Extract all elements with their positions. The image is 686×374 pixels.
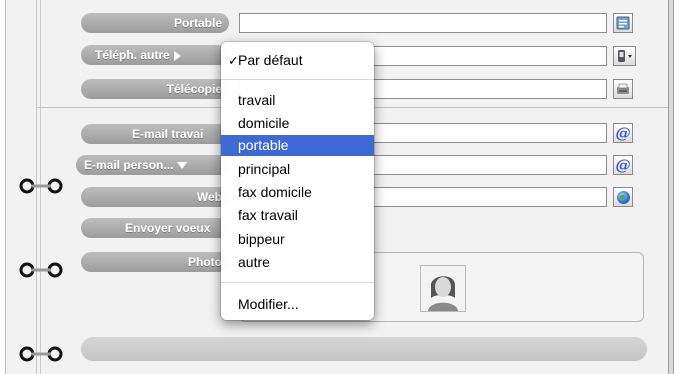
at-sign-icon[interactable]: @ bbox=[613, 123, 633, 143]
label-email-travail[interactable]: E-mail travai bbox=[81, 124, 229, 144]
at-sign-icon[interactable]: @ bbox=[613, 155, 633, 175]
mobile-phone-menu-icon[interactable] bbox=[613, 46, 636, 66]
binder-ring-icon bbox=[19, 346, 63, 362]
menu-item-fax-domicile[interactable]: fax domicile bbox=[221, 182, 374, 203]
menu-item-domicile[interactable]: domicile bbox=[221, 113, 374, 134]
menu-separator bbox=[221, 79, 374, 80]
scrollbar[interactable] bbox=[668, 0, 674, 374]
label-photo: Photo bbox=[81, 252, 229, 272]
bottom-note-bar[interactable] bbox=[81, 337, 647, 361]
fax-icon[interactable] bbox=[613, 79, 633, 99]
contact-photo[interactable] bbox=[420, 265, 466, 312]
portable-field[interactable] bbox=[239, 13, 607, 33]
disclosure-triangle-icon bbox=[173, 50, 181, 61]
label-telecopie[interactable]: Télécopie bbox=[81, 79, 229, 99]
menu-item-bippeur[interactable]: bippeur bbox=[221, 229, 374, 250]
label-web[interactable]: Web bbox=[81, 187, 229, 207]
menu-item-travail[interactable]: travail bbox=[221, 90, 374, 111]
menu-item-principal[interactable]: principal bbox=[221, 159, 374, 180]
label-email-perso-dropdown[interactable]: E-mail person... bbox=[76, 155, 229, 175]
menu-item-portable[interactable]: portable bbox=[221, 135, 374, 156]
globe-icon[interactable] bbox=[613, 187, 633, 207]
dropdown-arrow-icon bbox=[177, 162, 188, 170]
address-card-icon[interactable] bbox=[613, 13, 633, 33]
checkmark-icon: ✓ bbox=[228, 53, 239, 68]
binder-ring-icon bbox=[19, 178, 63, 194]
label-portable[interactable]: Portable bbox=[81, 13, 229, 33]
menu-item-autre[interactable]: autre bbox=[221, 252, 374, 273]
label-teleph-autre-dropdown[interactable]: Téléph. autre bbox=[81, 45, 229, 65]
menu-item-fax-travail[interactable]: fax travail bbox=[221, 205, 374, 226]
phone-label-popup-menu: ✓ Par défaut travail domicile portable p… bbox=[221, 42, 374, 320]
menu-separator bbox=[221, 282, 374, 283]
menu-item-par-defaut[interactable]: ✓ Par défaut bbox=[221, 50, 374, 71]
menu-item-modifier[interactable]: Modifier... bbox=[221, 294, 374, 315]
label-envoyer-voeux[interactable]: Envoyer voeux bbox=[81, 218, 229, 238]
binder-ring-icon bbox=[19, 262, 63, 278]
